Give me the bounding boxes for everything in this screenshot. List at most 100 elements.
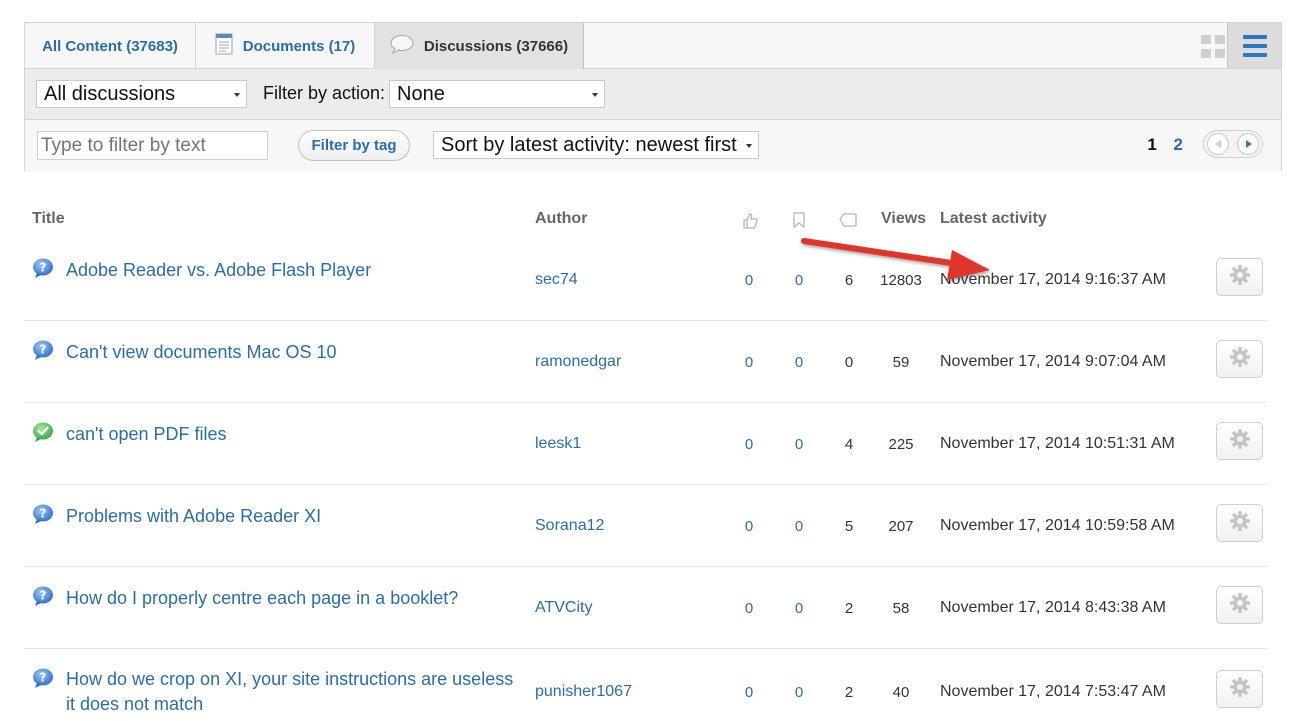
text-filter-input[interactable] (37, 131, 268, 160)
list-view-button[interactable] (1227, 23, 1281, 68)
bookmarks-count[interactable]: 0 (784, 684, 814, 701)
tab-documents[interactable]: Documents (17) (196, 23, 375, 69)
column-latest-activity[interactable]: Latest activity (940, 210, 1047, 228)
bookmarks-count[interactable]: 0 (784, 436, 814, 453)
gear-icon (1229, 428, 1251, 455)
discussion-title-link[interactable]: Can't view documents Mac OS 10 (66, 340, 526, 365)
row-actions-button[interactable] (1216, 586, 1263, 624)
svg-text:?: ? (40, 343, 47, 357)
discussion-title-link[interactable]: Problems with Adobe Reader XI (66, 504, 526, 529)
row-actions-button[interactable] (1216, 258, 1263, 296)
column-views[interactable]: Views (881, 210, 926, 228)
author-link[interactable]: sec74 (535, 271, 578, 289)
likes-count[interactable]: 0 (734, 518, 764, 535)
table-header: Title Author Views Latest activity (0, 207, 1302, 233)
speech-bubble-icon (390, 34, 414, 58)
views-count: 59 (892, 354, 910, 371)
gear-icon (1229, 510, 1251, 537)
latest-activity: November 17, 2014 9:07:04 AM (940, 353, 1166, 370)
page-link-2[interactable]: 2 (1174, 135, 1183, 154)
column-author[interactable]: Author (535, 210, 587, 228)
likes-count[interactable]: 0 (734, 272, 764, 289)
page-arrows (1203, 130, 1263, 158)
views-count: 12803 (880, 272, 922, 289)
row-divider (24, 648, 1268, 649)
author-link[interactable]: Sorana12 (535, 517, 604, 535)
tab-all-content-label: All Content (37683) (42, 37, 178, 55)
row-actions-button[interactable] (1216, 422, 1263, 460)
views-count: 225 (888, 436, 914, 453)
author-link[interactable]: ramonedgar (535, 353, 621, 371)
previous-page-icon[interactable] (1207, 133, 1229, 155)
views-count: 40 (892, 684, 910, 701)
bookmarks-count[interactable]: 0 (784, 272, 814, 289)
replies-count: 6 (844, 272, 854, 289)
discussion-title-link[interactable]: can't open PDF files (66, 422, 526, 447)
question-icon: ? (32, 503, 54, 525)
tab-all-content[interactable]: All Content (37683) (25, 23, 196, 69)
row-divider (24, 320, 1268, 321)
chevron-down-icon (234, 93, 240, 97)
column-title[interactable]: Title (32, 210, 65, 228)
sort-select[interactable]: Sort by latest activity: newest first (433, 131, 759, 159)
answered-icon (32, 421, 54, 443)
discussion-title-link[interactable]: Adobe Reader vs. Adobe Flash Player (66, 258, 526, 283)
svg-text:?: ? (40, 507, 47, 521)
svg-text:?: ? (40, 671, 47, 685)
filter-action-select[interactable]: None (389, 80, 605, 108)
bookmarks-count[interactable]: 0 (784, 600, 814, 617)
svg-text:?: ? (40, 589, 47, 603)
pagination: 1 2 (1147, 135, 1183, 155)
filter-action-value: None (397, 83, 445, 105)
replies-count: 2 (844, 600, 854, 617)
filter-bar: All discussions Filter by action: None (25, 69, 1281, 120)
gear-icon (1229, 592, 1251, 619)
bookmark-icon[interactable] (793, 212, 805, 233)
tab-bar: All Content (37683) Documents (17) Discu… (25, 23, 1281, 69)
discussion-title-link[interactable]: How do we crop on XI, your site instruct… (66, 667, 526, 717)
sort-value: Sort by latest activity: newest first (441, 134, 737, 156)
filter-action-label: Filter by action: (263, 83, 386, 103)
filter-by-tag-button[interactable]: Filter by tag (298, 130, 410, 161)
row-divider (24, 484, 1268, 485)
question-icon: ? (32, 257, 54, 279)
page-current: 1 (1147, 135, 1157, 154)
content-panel: All Content (37683) Documents (17) Discu… (24, 22, 1282, 172)
likes-count[interactable]: 0 (734, 684, 764, 701)
tab-discussions-label: Discussions (37666) (423, 37, 569, 55)
row-divider (24, 566, 1268, 567)
latest-activity: November 17, 2014 10:59:58 AM (940, 517, 1175, 534)
gear-icon (1229, 264, 1251, 291)
document-icon (215, 33, 233, 59)
reply-icon[interactable] (839, 213, 857, 232)
bookmarks-count[interactable]: 0 (784, 518, 814, 535)
discussion-type-select[interactable]: All discussions (36, 80, 247, 108)
discussion-title-link[interactable]: How do I properly centre each page in a … (66, 586, 526, 611)
row-actions-button[interactable] (1216, 340, 1263, 378)
likes-count[interactable]: 0 (734, 436, 764, 453)
views-count: 207 (888, 518, 914, 535)
bookmarks-count[interactable]: 0 (784, 354, 814, 371)
chevron-down-icon (746, 144, 752, 148)
svg-text:?: ? (40, 261, 47, 275)
likes-count[interactable]: 0 (734, 354, 764, 371)
next-page-icon[interactable] (1237, 133, 1259, 155)
discussion-type-value: All discussions (44, 83, 176, 105)
row-actions-button[interactable] (1216, 670, 1263, 708)
replies-count: 4 (844, 436, 854, 453)
search-bar: Filter by tag Sort by latest activity: n… (25, 120, 1281, 172)
replies-count: 2 (844, 684, 854, 701)
latest-activity: November 17, 2014 9:16:37 AM (940, 271, 1166, 288)
replies-count: 5 (844, 518, 854, 535)
author-link[interactable]: leesk1 (535, 435, 581, 453)
thumbs-up-icon[interactable] (742, 212, 758, 234)
tab-discussions[interactable]: Discussions (37666) (375, 23, 584, 69)
row-actions-button[interactable] (1216, 504, 1263, 542)
author-link[interactable]: ATVCity (535, 599, 592, 617)
grid-view-icon[interactable] (1201, 35, 1225, 59)
likes-count[interactable]: 0 (734, 600, 764, 617)
gear-icon (1229, 676, 1251, 703)
question-icon: ? (32, 585, 54, 607)
author-link[interactable]: punisher1067 (535, 683, 632, 701)
views-count: 58 (892, 600, 910, 617)
